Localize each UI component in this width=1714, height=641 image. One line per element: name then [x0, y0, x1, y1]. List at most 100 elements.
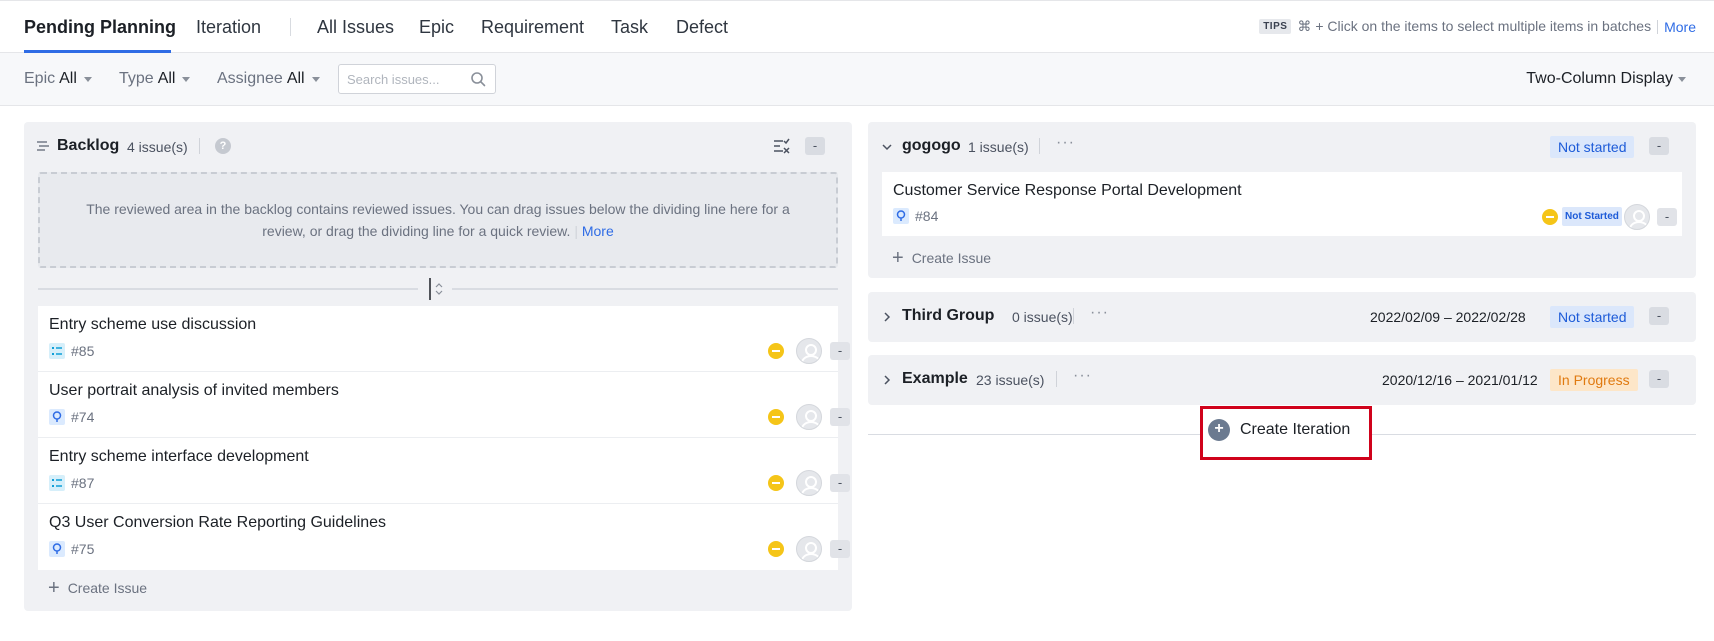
list-item[interactable]: Customer Service Response Portal Develop…	[882, 172, 1682, 236]
backlog-header: Backlog 4 issue(s) ? -	[24, 122, 852, 170]
iteration-panel-third-group[interactable]: Third Group 0 issue(s) ··· 2022/02/09 – …	[868, 292, 1696, 342]
iteration-separator	[1073, 308, 1074, 324]
more-options-icon[interactable]: ···	[1090, 304, 1109, 322]
iteration-separator	[1056, 371, 1057, 387]
issue-action-button[interactable]: -	[830, 474, 850, 492]
help-icon[interactable]: ?	[215, 138, 231, 154]
requirement-bulb-icon	[49, 409, 65, 425]
priority-icon[interactable]	[768, 475, 784, 491]
assignee-filter-label: Assignee	[217, 70, 283, 87]
backlog-panel: Backlog 4 issue(s) ? - The reviewed area…	[24, 122, 852, 611]
tab-pending-planning[interactable]: Pending Planning	[24, 16, 176, 38]
iteration-panel-example[interactable]: Example 23 issue(s) ··· 2020/12/16 – 202…	[868, 355, 1696, 405]
tab-task[interactable]: Task	[611, 16, 648, 38]
tips-separator	[1657, 19, 1659, 34]
list-item[interactable]: Entry scheme interface development #87 -	[38, 438, 850, 504]
tab-epic[interactable]: Epic	[419, 16, 454, 38]
list-item[interactable]: Q3 User Conversion Rate Reporting Guidel…	[38, 504, 850, 570]
iteration-name: Third Group	[902, 307, 995, 324]
issue-status-badge[interactable]: Not Started	[1562, 207, 1622, 226]
backlog-issue-list: Entry scheme use discussion #85 - User p…	[38, 306, 850, 570]
assignee-avatar[interactable]	[796, 470, 822, 496]
display-mode-select[interactable]: Two-Column Display	[1526, 70, 1686, 88]
plus-circle-icon: +	[1208, 419, 1230, 441]
iteration-menu-button[interactable]: -	[1649, 370, 1669, 388]
type-filter-value: All	[157, 70, 176, 87]
iteration-create-issue-button[interactable]: + Create Issue	[892, 247, 991, 269]
tab-iteration[interactable]: Iteration	[196, 16, 261, 38]
iteration-menu-button[interactable]: -	[1649, 307, 1669, 325]
task-list-icon	[49, 475, 65, 491]
more-options-icon[interactable]: ···	[1073, 367, 1092, 385]
iteration-dates: 2020/12/16 – 2021/01/12	[1382, 372, 1538, 388]
divider-drag-handle[interactable]	[427, 278, 445, 300]
issue-id: #84	[915, 208, 939, 224]
assignee-filter[interactable]: Assignee All	[217, 70, 320, 88]
assignee-avatar[interactable]	[1624, 204, 1650, 230]
review-drop-area[interactable]: The reviewed area in the backlog contain…	[38, 172, 838, 268]
assignee-avatar[interactable]	[796, 536, 822, 562]
iteration-separator	[1039, 138, 1040, 154]
display-mode-label: Two-Column Display	[1526, 70, 1673, 87]
assignee-avatar[interactable]	[796, 404, 822, 430]
issue-id: #74	[71, 409, 95, 425]
caret-down-icon	[83, 76, 92, 82]
assignee-filter-value: All	[286, 70, 305, 87]
type-filter[interactable]: Type All	[119, 70, 191, 88]
tips-bar: TIPS ⌘ + Click on the items to select mu…	[1259, 18, 1696, 35]
list-item[interactable]: Entry scheme use discussion #85 -	[38, 306, 850, 372]
task-list-icon	[49, 343, 65, 359]
iteration-count: 0 issue(s)	[1012, 309, 1073, 325]
filter-bar: Epic All Type All Assignee All Two-Colum…	[0, 53, 1714, 106]
status-badge[interactable]: Not started	[1550, 306, 1635, 328]
issue-id: #75	[71, 541, 95, 557]
priority-icon[interactable]	[1542, 209, 1558, 225]
iteration-count: 1 issue(s)	[968, 139, 1029, 155]
create-iteration-button[interactable]: + Create Iteration	[1208, 419, 1350, 441]
iteration-header[interactable]: gogogo 1 issue(s) ··· Not started -	[868, 122, 1696, 170]
requirement-bulb-icon	[893, 208, 909, 224]
priority-icon[interactable]	[768, 409, 784, 425]
plus-icon: +	[48, 577, 60, 599]
iteration-dates: 2022/02/09 – 2022/02/28	[1370, 309, 1526, 325]
chevron-down-icon[interactable]	[882, 142, 892, 152]
review-divider-left	[38, 288, 418, 290]
backlog-menu-button[interactable]: -	[805, 137, 825, 155]
epic-filter-value: All	[59, 70, 77, 87]
iteration-menu-button[interactable]: -	[1649, 137, 1669, 155]
chevron-right-icon[interactable]	[882, 375, 892, 385]
priority-icon[interactable]	[768, 343, 784, 359]
plus-icon: +	[892, 247, 904, 269]
issue-action-button[interactable]: -	[1657, 208, 1677, 226]
tab-defect[interactable]: Defect	[676, 16, 728, 38]
issue-action-button[interactable]: -	[830, 342, 850, 360]
assignee-avatar[interactable]	[796, 338, 822, 364]
issue-title: Customer Service Response Portal Develop…	[893, 182, 1242, 199]
tips-more-link[interactable]: More	[1664, 19, 1696, 35]
backlog-create-issue-button[interactable]: + Create Issue	[48, 577, 148, 599]
tab-all-issues[interactable]: All Issues	[317, 16, 394, 38]
list-item[interactable]: User portrait analysis of invited member…	[38, 372, 850, 438]
backlog-separator	[199, 138, 200, 154]
list-lines-icon	[37, 141, 49, 151]
caret-down-icon	[182, 76, 191, 82]
epic-filter[interactable]: Epic All	[24, 70, 92, 88]
tab-requirement[interactable]: Requirement	[481, 16, 584, 38]
chevron-right-icon[interactable]	[882, 312, 892, 322]
more-options-icon[interactable]: ···	[1056, 134, 1075, 152]
checklist-icon[interactable]	[774, 138, 790, 154]
tips-badge: TIPS	[1259, 19, 1292, 34]
issue-id: #85	[71, 343, 95, 359]
caret-down-icon	[311, 76, 320, 82]
issue-action-button[interactable]: -	[830, 540, 850, 558]
issue-id: #87	[71, 475, 95, 491]
search-icon[interactable]	[470, 71, 486, 87]
review-area-more-link[interactable]: More	[582, 223, 614, 239]
create-issue-label: Create Issue	[67, 580, 148, 596]
iteration-count: 23 issue(s)	[976, 372, 1045, 388]
caret-down-icon	[1678, 76, 1686, 82]
issue-action-button[interactable]: -	[830, 408, 850, 426]
status-badge[interactable]: In Progress	[1550, 369, 1638, 391]
priority-icon[interactable]	[768, 541, 784, 557]
status-badge[interactable]: Not started	[1550, 136, 1635, 158]
